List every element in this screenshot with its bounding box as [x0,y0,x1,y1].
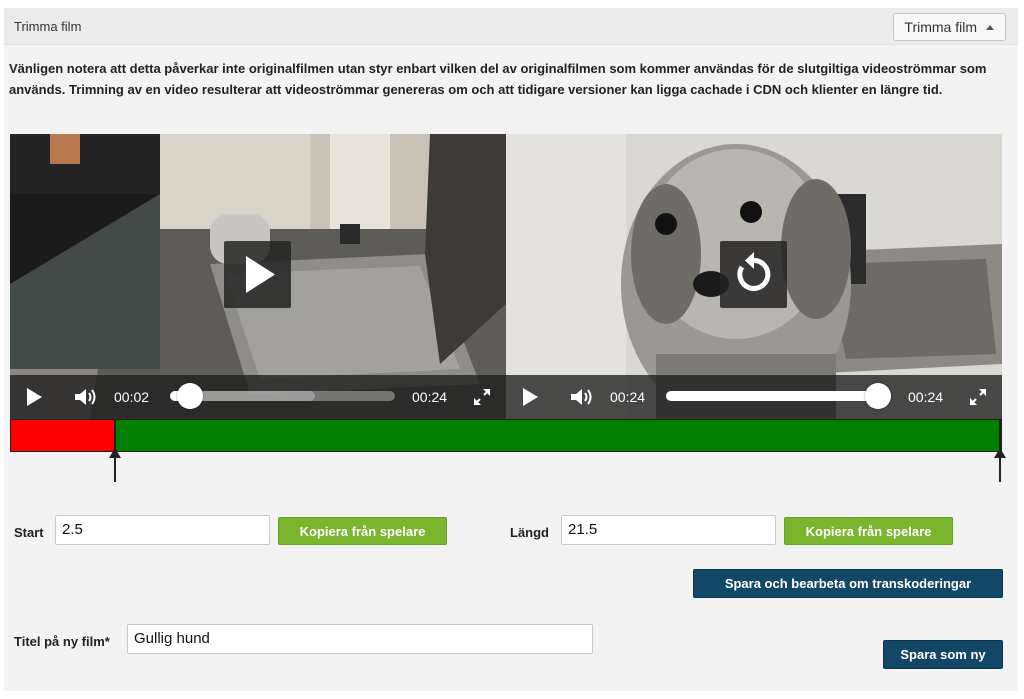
seek-handle[interactable] [177,383,204,409]
end-divider [999,420,1001,451]
copy-start-button[interactable]: Kopiera från spelare [278,517,447,545]
player-controls: 00:02 00:24 [10,375,506,419]
fullscreen-icon[interactable] [472,387,492,407]
save-reprocess-button[interactable]: Spara och bearbeta om transkoderingar [693,569,1003,598]
fullscreen-icon[interactable] [968,387,988,407]
start-input[interactable]: 2.5 [55,515,270,545]
preview-player-start[interactable]: 00:02 00:24 [10,134,506,419]
duration: 00:24 [908,389,944,405]
length-input[interactable]: 21.5 [561,515,776,545]
preview-player-end[interactable]: 00:24 00:24 [506,134,1002,419]
trimmed-segment [11,420,115,451]
play-icon [246,256,275,293]
trim-notice: Vänligen notera att detta påverkar inte … [9,61,987,97]
seek-bar[interactable] [170,383,395,409]
trim-toggle-button[interactable]: Trimma film [893,13,1006,41]
panel-title: Trimma film [14,19,82,34]
volume-icon[interactable] [74,387,100,407]
end-handle-arrow-icon[interactable] [993,448,1007,482]
duration: 00:24 [412,389,448,405]
seek-progress [666,391,891,401]
current-time: 00:02 [114,389,150,405]
play-icon[interactable] [24,387,44,407]
caret-up-icon [986,25,994,30]
current-time: 00:24 [610,389,646,405]
length-label: Längd [510,525,549,540]
title-input[interactable]: Gullig hund [127,624,593,654]
trim-toggle-label: Trimma film [904,19,977,35]
trim-range-bar[interactable] [10,419,1002,452]
big-replay-button[interactable] [720,241,787,308]
big-play-button[interactable] [224,241,291,308]
start-divider [113,420,116,451]
player-controls: 00:24 00:24 [506,375,1002,419]
start-label: Start [14,525,44,540]
save-as-new-button[interactable]: Spara som ny [883,640,1003,669]
seek-bar[interactable] [666,383,891,409]
start-handle-arrow-icon[interactable] [108,448,122,482]
copy-length-button[interactable]: Kopiera från spelare [784,517,953,545]
seek-handle[interactable] [865,383,891,409]
volume-icon[interactable] [570,387,596,407]
title-label: Titel på ny film* [14,634,110,649]
panel-header: Trimma film Trimma film [4,8,1018,45]
play-icon[interactable] [520,387,540,407]
replay-icon [737,252,771,291]
